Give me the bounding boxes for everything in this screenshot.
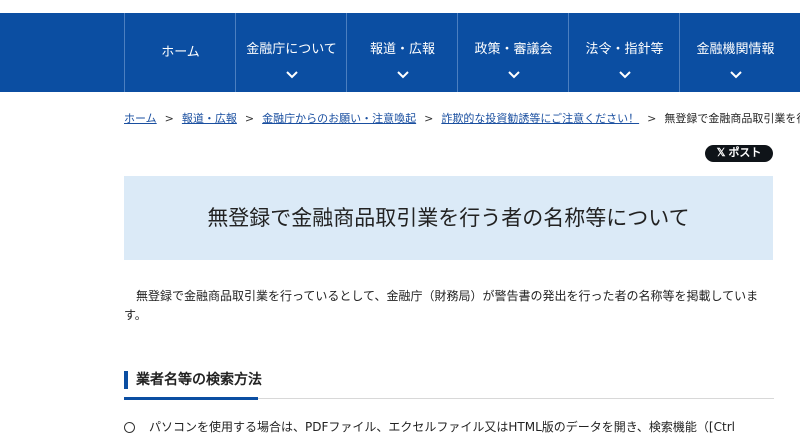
nav-item-home[interactable]: ホーム bbox=[124, 13, 236, 92]
breadcrumb-link-home[interactable]: ホーム bbox=[124, 112, 157, 125]
intro-text: 無登録で金融商品取引業を行っているとして、金融庁（財務局）が警告書の発出を行った… bbox=[124, 287, 774, 325]
nav-item-press[interactable]: 報道・広報 bbox=[346, 13, 458, 92]
breadcrumb-link-fraud-warning[interactable]: 詐欺的な投資勧誘等にご注意ください！ bbox=[441, 112, 639, 125]
nav-item-policy[interactable]: 政策・審議会 bbox=[457, 13, 569, 92]
nav-item-institutions[interactable]: 金融機関情報 bbox=[679, 13, 800, 92]
chevron-down-icon bbox=[507, 71, 520, 79]
breadcrumb-current: 無登録で金融商品取引業を行う者の bbox=[664, 112, 800, 125]
page-title-box: 無登録で金融商品取引業を行う者の名称等について bbox=[124, 176, 773, 260]
chevron-down-icon bbox=[729, 71, 742, 79]
heading-accent-bar bbox=[124, 371, 128, 389]
intro-paragraph: 無登録で金融商品取引業を行っているとして、金融庁（財務局）が警告書の発出を行った… bbox=[124, 289, 759, 322]
breadcrumb-separator: > bbox=[424, 112, 434, 125]
x-logo-icon: 𝕏 bbox=[716, 147, 726, 159]
nav-item-label: ホーム bbox=[161, 45, 200, 60]
nav-item-label: 政策・審議会 bbox=[474, 42, 553, 57]
nav-item-label: 法令・指針等 bbox=[585, 42, 664, 57]
list-item: パソコンを使用する場合は、PDFファイル、エクセルファイル又はHTML版のデータ… bbox=[124, 417, 784, 437]
breadcrumb-separator: > bbox=[647, 112, 657, 125]
chevron-down-icon bbox=[285, 71, 298, 79]
chevron-down-icon bbox=[396, 71, 409, 79]
circle-bullet-icon bbox=[124, 422, 135, 433]
nav-item-label: 金融機関情報 bbox=[696, 42, 775, 57]
breadcrumb-separator: > bbox=[244, 112, 255, 125]
list-item-text: パソコンを使用する場合は、PDFファイル、エクセルファイル又はHTML版のデータ… bbox=[149, 420, 735, 434]
nav-item-about[interactable]: 金融庁について bbox=[235, 13, 347, 92]
heading-underline bbox=[124, 397, 258, 400]
breadcrumb-separator: > bbox=[164, 112, 174, 125]
page-title: 無登録で金融商品取引業を行う者の名称等について bbox=[207, 206, 690, 230]
breadcrumb-link-notices[interactable]: 金融庁からのお願い・注意喚起 bbox=[262, 112, 416, 125]
top-strip bbox=[0, 0, 800, 13]
nav-item-label: 報道・広報 bbox=[369, 42, 435, 57]
breadcrumb: ホーム > 報道・広報 > 金融庁からのお願い・注意喚起 > 詐欺的な投資勧誘等にご注意くだ… bbox=[124, 111, 800, 127]
section-heading-text: 業者名等の検索方法 bbox=[136, 372, 262, 388]
x-post-label: ポスト bbox=[728, 147, 762, 159]
nav-item-laws[interactable]: 法令・指針等 bbox=[568, 13, 680, 92]
chevron-down-icon bbox=[618, 71, 631, 79]
x-post-button[interactable]: 𝕏 ポスト bbox=[705, 145, 773, 162]
nav-item-label: 金融庁について bbox=[246, 42, 337, 57]
breadcrumb-link-press[interactable]: 報道・広報 bbox=[182, 112, 237, 125]
section-heading: 業者名等の検索方法 bbox=[124, 370, 774, 400]
global-nav: ホーム 金融庁について 報道・広報 政策・審議会 法令・指針等 金融機関情報 bbox=[0, 13, 800, 92]
